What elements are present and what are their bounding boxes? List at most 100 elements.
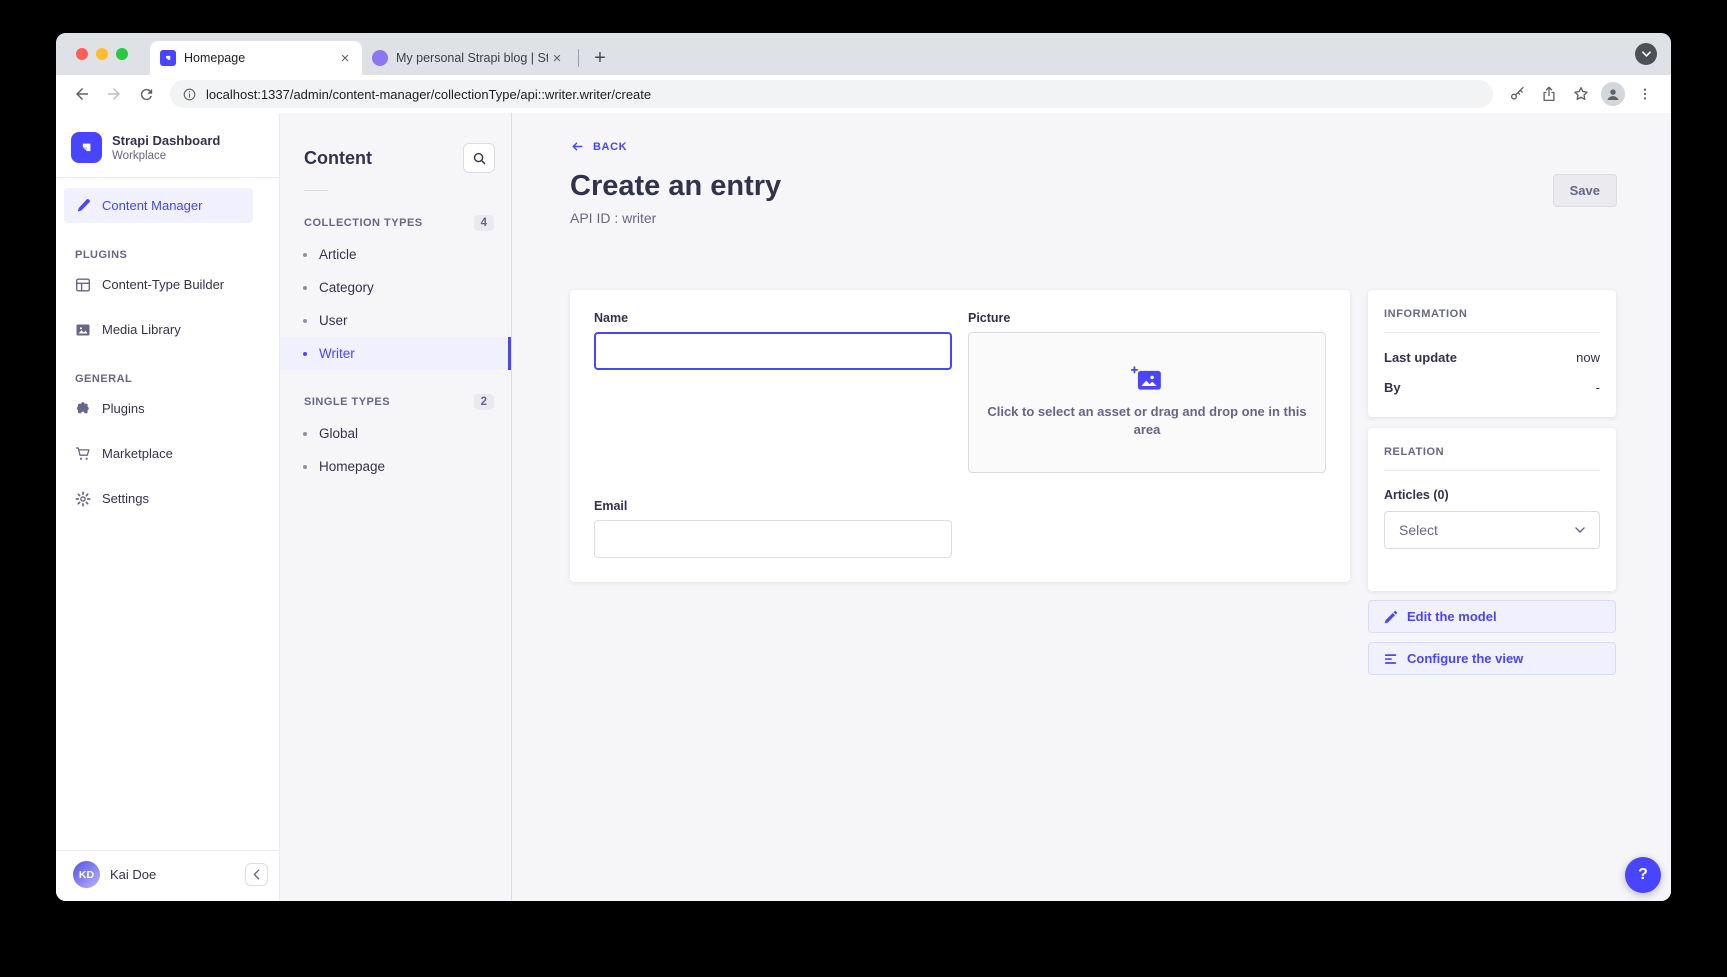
browser-menu-icon[interactable] [1631, 80, 1659, 108]
collection-type-category[interactable]: Category [280, 271, 511, 304]
browser-window: Homepage × My personal Strapi blog | Str… [56, 33, 1671, 901]
name-field: Name [594, 311, 952, 473]
bullet-icon [303, 253, 307, 257]
close-tab-icon[interactable]: × [336, 49, 354, 67]
collection-type-article[interactable]: Article [280, 238, 511, 271]
bullet-icon [303, 286, 307, 290]
address-bar[interactable]: localhost:1337/admin/content-manager/col… [170, 80, 1493, 108]
main-content: BACK Create an entry API ID : writer Sav… [512, 113, 1671, 901]
collection-type-user[interactable]: User [280, 304, 511, 337]
articles-relation-label: Articles (0) [1384, 488, 1600, 502]
collection-type-writer[interactable]: Writer [280, 337, 511, 370]
sidebar-item-content-manager[interactable]: Content Manager [64, 188, 253, 223]
edit-model-label: Edit the model [1407, 609, 1497, 624]
cart-icon [75, 446, 91, 462]
pen-icon [75, 198, 91, 214]
forward-button[interactable] [100, 80, 128, 108]
collection-type-label: Writer [319, 346, 355, 361]
tab-search-button[interactable] [1635, 43, 1657, 65]
collection-types-count: 4 [474, 215, 494, 231]
collapse-sidebar-button[interactable] [245, 863, 268, 886]
single-type-homepage[interactable]: Homepage [280, 450, 511, 483]
email-input[interactable] [594, 520, 952, 558]
select-value: Select [1399, 522, 1438, 538]
puzzle-icon [75, 401, 91, 417]
browser-tab-blog[interactable]: My personal Strapi blog | Strap × [362, 41, 574, 75]
help-button[interactable]: ? [1625, 857, 1661, 893]
email-field: Email [594, 499, 952, 558]
picture-field: Picture Click to select an asset or drag… [968, 311, 1326, 473]
search-button[interactable] [463, 143, 495, 173]
user-avatar: KD [73, 861, 100, 888]
collection-types-label: COLLECTION TYPES [304, 217, 423, 229]
single-type-global[interactable]: Global [280, 417, 511, 450]
site-info-icon[interactable] [182, 87, 197, 102]
right-panel-column: INFORMATION Last update now By - RELATIO… [1368, 290, 1616, 675]
layout-builder-icon [75, 277, 91, 293]
sidebar-item-media-library[interactable]: Media Library [64, 312, 253, 347]
bullet-icon [303, 465, 307, 469]
content-subnav: Content COLLECTION TYPES 4 Article Categ… [280, 113, 512, 901]
sidebar-item-label: Marketplace [102, 446, 173, 461]
minimize-window-button[interactable] [96, 48, 108, 60]
brand-title: Strapi Dashboard [112, 133, 220, 149]
close-window-button[interactable] [76, 48, 88, 60]
configure-lines-icon [1384, 652, 1398, 666]
api-id-subtitle: API ID : writer [570, 210, 781, 226]
bullet-icon [303, 432, 307, 436]
tab-separator [578, 49, 579, 67]
picture-upload-dropzone[interactable]: Click to select an asset or drag and dro… [968, 332, 1326, 473]
password-key-icon[interactable] [1503, 80, 1531, 108]
by-row: By - [1384, 380, 1600, 395]
email-label: Email [594, 499, 952, 513]
sidebar-item-label: Settings [102, 491, 149, 506]
relation-panel: RELATION Articles (0) Select [1368, 428, 1616, 591]
tab-title: Homepage [184, 51, 336, 65]
window-controls [76, 48, 128, 60]
information-panel: INFORMATION Last update now By - [1368, 290, 1616, 417]
maximize-window-button[interactable] [116, 48, 128, 60]
last-update-label: Last update [1384, 350, 1457, 365]
by-label: By [1384, 380, 1401, 395]
sidebar-item-content-type-builder[interactable]: Content-Type Builder [64, 267, 253, 302]
new-tab-button[interactable]: + [587, 45, 613, 71]
collection-type-label: User [319, 313, 348, 328]
browser-profile-avatar[interactable] [1599, 80, 1627, 108]
bookmark-star-icon[interactable] [1567, 80, 1595, 108]
close-tab-icon[interactable]: × [548, 49, 566, 67]
chevron-down-icon [1575, 527, 1585, 533]
brand-subtitle: Workplace [112, 150, 220, 162]
divider [56, 177, 279, 178]
relation-title: RELATION [1384, 446, 1600, 458]
divider [1384, 470, 1600, 471]
last-update-row: Last update now [1384, 350, 1600, 365]
edit-model-button[interactable]: Edit the model [1368, 600, 1616, 633]
divider [1384, 332, 1600, 333]
entry-form-card: Name Picture Click to select [570, 290, 1350, 582]
sidebar-item-label: Content-Type Builder [102, 277, 224, 292]
last-update-value: now [1576, 350, 1600, 365]
share-icon[interactable] [1535, 80, 1563, 108]
articles-select[interactable]: Select [1384, 511, 1600, 549]
back-link[interactable]: BACK [570, 139, 627, 154]
gear-icon [75, 491, 91, 507]
configure-view-button[interactable]: Configure the view [1368, 642, 1616, 675]
brand: Strapi Dashboard Workplace [56, 113, 279, 177]
name-input[interactable] [594, 332, 952, 370]
save-button[interactable]: Save [1553, 174, 1617, 207]
by-value: - [1596, 380, 1600, 395]
tab-title: My personal Strapi blog | Strap [396, 51, 548, 65]
single-type-label: Homepage [319, 459, 385, 474]
main-sidebar: Strapi Dashboard Workplace Content Manag… [56, 113, 280, 901]
back-button[interactable] [68, 80, 96, 108]
browser-tab-homepage[interactable]: Homepage × [150, 41, 362, 75]
search-icon [472, 151, 487, 166]
sidebar-item-plugins[interactable]: Plugins [64, 391, 253, 426]
configure-view-label: Configure the view [1407, 651, 1523, 666]
sidebar-item-settings[interactable]: Settings [64, 481, 253, 516]
browser-tab-strip: Homepage × My personal Strapi blog | Str… [56, 33, 1671, 75]
reload-button[interactable] [132, 80, 160, 108]
sidebar-item-marketplace[interactable]: Marketplace [64, 436, 253, 471]
url-text[interactable]: localhost:1337/admin/content-manager/col… [206, 87, 651, 102]
single-types-label: SINGLE TYPES [304, 396, 390, 408]
